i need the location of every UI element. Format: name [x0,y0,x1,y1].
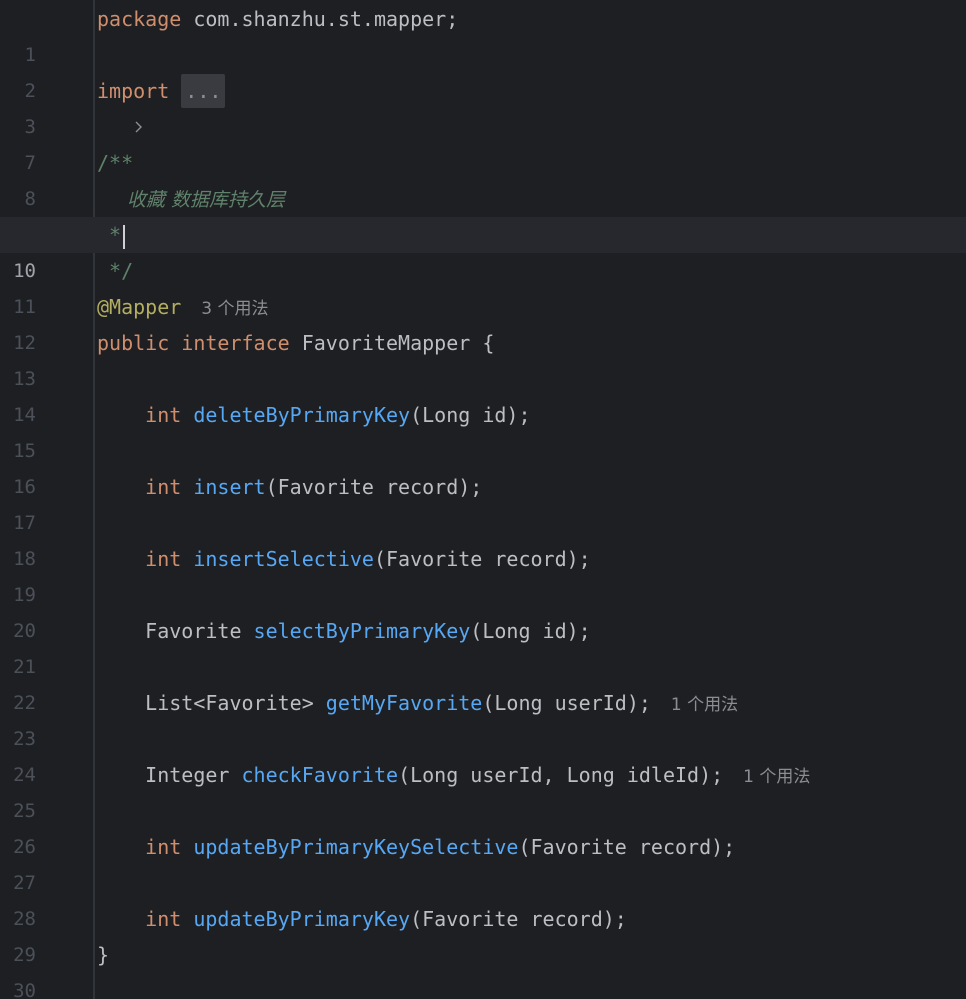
chevron-right-icon[interactable] [76,73,142,133]
code-line[interactable]: 19 int insertSelective(Favorite record); [0,541,966,606]
closing-brace: } [97,943,110,967]
code-line[interactable]: 26 [0,793,966,858]
annotation: @Mapper [97,295,182,319]
code-line[interactable]: 14 [0,361,966,426]
method-params: (Favorite record); [265,475,483,499]
code-line[interactable]: 16 [0,433,966,498]
code-line[interactable]: 25 Integer checkFavorite(Long userId, Lo… [0,757,966,822]
lightbulb-icon[interactable] [109,190,219,251]
code-line[interactable]: 23 List<Favorite> getMyFavorite(Long use… [0,685,966,750]
method-name: checkFavorite [241,763,399,787]
code-line[interactable]: 2 [0,37,966,102]
code-line[interactable]: 9 收藏 数据库持久层 [0,181,966,251]
method-name: getMyFavorite [325,691,483,715]
code-line[interactable]: 29 int updateByPrimaryKey(Favorite recor… [0,901,966,966]
code-line[interactable]: 7 [0,109,966,174]
usage-hint[interactable]: 1 个用法 [743,767,810,787]
keyword: int [145,907,182,931]
method-name: updateByPrimaryKey [193,907,411,931]
code-line[interactable]: 1 package com.shanzhu.st.mapper; [0,1,966,66]
method-params: (Long userId, Long idleId); [398,763,724,787]
return-type: List<Favorite> [145,691,314,715]
code-line[interactable]: 12 @Mapper 3 个用法 [0,289,966,354]
return-type: Favorite [145,619,242,643]
keyword: public [97,331,170,355]
doc-comment-end: */ [97,259,134,283]
package-name: com.shanzhu.st.mapper; [181,7,459,31]
code-line-current[interactable]: 10 * [0,217,966,282]
keyword: int [145,547,182,571]
keyword: package [97,7,182,31]
method-params: (Long id); [470,619,591,643]
code-line[interactable]: 11 */ [0,253,966,318]
code-line[interactable]: 13 public interface FavoriteMapper { [0,325,966,390]
method-name: insert [193,475,266,499]
method-params: (Favorite record); [373,547,591,571]
return-type: Integer [145,763,230,787]
folded-imports[interactable]: ... [181,74,226,108]
code-line[interactable]: 22 [0,649,966,714]
keyword: int [145,835,182,859]
code-line[interactable]: 30 } [0,937,966,999]
text-caret [123,224,126,249]
method-name: insertSelective [193,547,374,571]
keyword: interface [181,331,290,355]
code-line[interactable]: 24 [0,721,966,786]
method-params: (Favorite record); [410,907,627,931]
keyword: int [145,475,182,499]
method-name: deleteByPrimaryKey [193,403,411,427]
code-line[interactable]: 27 int updateByPrimaryKeySelective(Favor… [0,829,966,894]
usage-hint[interactable]: 1 个用法 [671,695,738,715]
method-params: (Long id); [410,403,531,427]
line-number: 30 [13,980,36,999]
method-name: updateByPrimaryKeySelective [193,835,519,859]
method-params: (Long userId); [482,691,651,715]
keyword: import [97,79,170,103]
code-line[interactable]: 28 [0,865,966,930]
code-line[interactable]: 18 [0,505,966,570]
code-line[interactable]: 3 import ... [0,73,966,138]
code-line[interactable]: 17 int insert(Favorite record); [0,469,966,534]
method-name: selectByPrimaryKey [253,619,471,643]
doc-comment-line: * [97,223,122,247]
code-line[interactable]: 21 Favorite selectByPrimaryKey(Long id); [0,613,966,678]
keyword: int [145,403,182,427]
doc-comment-text: 收藏 数据库持久层 [127,189,286,211]
usage-hint[interactable]: 3 个用法 [201,299,268,319]
interface-name: FavoriteMapper { [289,331,495,355]
code-line[interactable]: 20 [0,577,966,642]
method-params: (Favorite record); [518,835,736,859]
code-line[interactable]: 8 /** [0,145,966,210]
doc-comment-start: /** [97,151,134,175]
code-line[interactable]: 15 int deleteByPrimaryKey(Long id); [0,397,966,462]
code-editor[interactable]: 1 package com.shanzhu.st.mapper; 2 3 imp… [0,0,966,999]
